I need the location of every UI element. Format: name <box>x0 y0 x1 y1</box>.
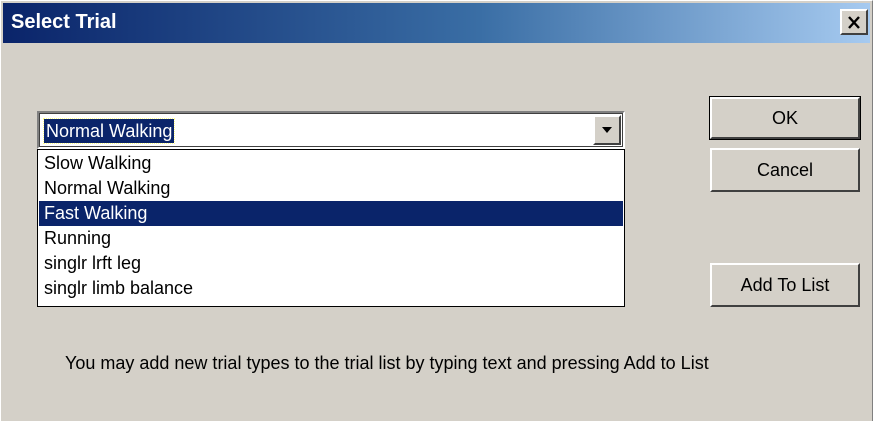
hint-text: You may add new trial types to the trial… <box>65 353 709 373</box>
title-bar[interactable]: Select Trial <box>3 3 870 43</box>
close-icon <box>847 15 861 29</box>
list-item[interactable]: singlr lrft leg <box>39 251 623 276</box>
combo-dropdown-button[interactable] <box>593 115 621 145</box>
ok-button[interactable]: OK <box>709 96 861 140</box>
cancel-button[interactable]: Cancel <box>710 148 860 192</box>
list-item-selected[interactable]: Fast Walking <box>39 201 623 226</box>
add-to-list-button[interactable]: Add To List <box>710 263 860 307</box>
list-item[interactable]: Slow Walking <box>39 151 623 176</box>
list-item[interactable]: singlr limb balance <box>39 276 623 301</box>
chevron-down-icon <box>601 121 613 139</box>
select-trial-dialog: Select Trial Normal Walking Slow Walking… <box>0 0 873 421</box>
list-item[interactable]: Normal Walking <box>39 176 623 201</box>
close-button[interactable] <box>840 9 868 35</box>
trial-combo-value[interactable]: Normal Walking <box>42 118 176 144</box>
trial-dropdown-list[interactable]: Slow Walking Normal Walking Fast Walking… <box>37 149 625 307</box>
window-title: Select Trial <box>11 11 117 33</box>
trial-combo-box[interactable]: Normal Walking <box>37 111 625 149</box>
list-item[interactable]: Running <box>39 226 623 251</box>
